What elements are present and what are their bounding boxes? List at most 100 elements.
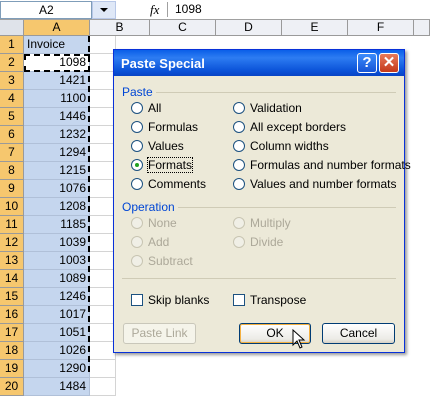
table-cell[interactable]: 1246 xyxy=(24,288,90,306)
radio-formats-button[interactable] xyxy=(131,159,143,171)
table-cell[interactable]: 1208 xyxy=(24,198,90,216)
row-header[interactable]: 7 xyxy=(0,144,24,162)
radio-formulas-label: Formulas xyxy=(148,120,199,134)
table-cell[interactable]: 1076 xyxy=(24,180,90,198)
table-cell[interactable]: 1026 xyxy=(24,342,90,360)
radio-values-number-formats-button[interactable] xyxy=(233,178,245,190)
row-header[interactable]: 9 xyxy=(0,180,24,198)
mouse-pointer-icon xyxy=(292,329,306,349)
column-header-g[interactable] xyxy=(414,20,430,36)
table-cell[interactable]: 1484 xyxy=(24,378,90,396)
row-header[interactable]: 18 xyxy=(0,342,24,360)
radio-op-add-button[interactable] xyxy=(131,236,143,248)
row-header[interactable]: 2 xyxy=(0,54,24,72)
radio-all-label: All xyxy=(148,101,162,115)
radio-all-except-borders-label: All except borders xyxy=(250,120,347,134)
dialog-titlebar[interactable]: Paste Special ? ✕ xyxy=(114,50,404,76)
table-cell[interactable]: 1185 xyxy=(24,216,90,234)
cancel-button[interactable]: Cancel xyxy=(322,323,395,344)
row-header[interactable]: 12 xyxy=(0,234,24,252)
column-header-f[interactable]: F xyxy=(348,20,414,36)
row-header[interactable]: 10 xyxy=(0,198,24,216)
radio-op-subtract-button[interactable] xyxy=(131,255,143,267)
table-cell[interactable]: 1446 xyxy=(24,108,90,126)
skip-blanks-label: Skip blanks xyxy=(148,293,210,307)
radio-op-divide-label: Divide xyxy=(250,235,284,249)
insert-function-icon[interactable]: fx xyxy=(150,2,159,18)
radio-op-multiply-label: Multiply xyxy=(250,216,291,230)
row-header[interactable]: 1 xyxy=(0,36,24,54)
name-box[interactable]: A2 xyxy=(0,1,92,19)
table-cell[interactable] xyxy=(90,360,116,378)
help-button[interactable]: ? xyxy=(357,53,377,73)
table-cell[interactable]: 1017 xyxy=(24,306,90,324)
radio-comments-label: Comments xyxy=(148,177,207,191)
radio-comments-button[interactable] xyxy=(131,178,143,190)
row-header[interactable]: 15 xyxy=(0,288,24,306)
table-cell[interactable] xyxy=(90,378,116,396)
table-cell[interactable]: 1215 xyxy=(24,162,90,180)
column-header-c[interactable]: C xyxy=(150,20,216,36)
radio-op-divide-button[interactable] xyxy=(233,236,245,248)
paste-special-dialog: Paste Special ? ✕ Paste All Formulas Val… xyxy=(113,49,411,353)
operation-separator xyxy=(178,207,396,208)
radio-values-label: Values xyxy=(148,139,184,153)
row-header[interactable]: 17 xyxy=(0,324,24,342)
table-cell[interactable]: 1039 xyxy=(24,234,90,252)
radio-all-button[interactable] xyxy=(131,102,143,114)
table-cell[interactable]: 1089 xyxy=(24,270,90,288)
formula-bar-divider xyxy=(167,2,168,17)
table-cell[interactable]: 1232 xyxy=(24,126,90,144)
table-cell[interactable]: 1100 xyxy=(24,90,90,108)
radio-validation-label: Validation xyxy=(250,101,302,115)
name-box-value: A2 xyxy=(39,3,54,17)
radio-values-number-formats-label: Values and number formats xyxy=(250,177,397,191)
row-header[interactable]: 16 xyxy=(0,306,24,324)
formula-bar: A2 fx 1098 xyxy=(0,0,430,20)
options-separator xyxy=(122,278,396,279)
transpose-box[interactable] xyxy=(233,294,245,306)
copy-marquee xyxy=(88,36,92,372)
transpose-label: Transpose xyxy=(250,293,307,307)
row-header[interactable]: 20 xyxy=(0,378,24,396)
row-header[interactable]: 4 xyxy=(0,90,24,108)
table-cell[interactable]: 1294 xyxy=(24,144,90,162)
radio-op-multiply-button[interactable] xyxy=(233,217,245,229)
close-icon[interactable]: ✕ xyxy=(379,53,399,73)
row-header[interactable]: 8 xyxy=(0,162,24,180)
paste-separator xyxy=(156,92,396,93)
table-cell[interactable]: 1421 xyxy=(24,72,90,90)
active-cell[interactable]: 1098 xyxy=(24,54,90,72)
skip-blanks-box[interactable] xyxy=(131,294,143,306)
radio-formats-label: Formats xyxy=(146,157,194,173)
table-cell[interactable]: Invoice xyxy=(24,36,90,54)
table-cell[interactable]: 1003 xyxy=(24,252,90,270)
dialog-title: Paste Special xyxy=(121,56,205,71)
paste-group-label: Paste xyxy=(122,85,153,99)
formula-input[interactable]: 1098 xyxy=(175,2,202,16)
row-header[interactable]: 11 xyxy=(0,216,24,234)
radio-all-except-borders-button[interactable] xyxy=(233,121,245,133)
table-cell[interactable]: 1051 xyxy=(24,324,90,342)
column-header-b[interactable]: B xyxy=(90,20,150,36)
radio-column-widths-label: Column widths xyxy=(250,139,329,153)
select-all-corner[interactable] xyxy=(0,20,24,36)
row-header[interactable]: 13 xyxy=(0,252,24,270)
radio-op-none-button[interactable] xyxy=(131,217,143,229)
radio-values-button[interactable] xyxy=(131,140,143,152)
radio-formulas-number-formats-button[interactable] xyxy=(233,159,245,171)
column-header-d[interactable]: D xyxy=(216,20,282,36)
table-cell[interactable]: 1290 xyxy=(24,360,90,378)
column-header-e[interactable]: E xyxy=(282,20,348,36)
name-box-dropdown-icon[interactable] xyxy=(92,1,116,19)
row-header[interactable]: 3 xyxy=(0,72,24,90)
row-header[interactable]: 14 xyxy=(0,270,24,288)
radio-column-widths-button[interactable] xyxy=(233,140,245,152)
radio-validation-button[interactable] xyxy=(233,102,245,114)
radio-formulas-button[interactable] xyxy=(131,121,143,133)
row-header[interactable]: 19 xyxy=(0,360,24,378)
column-header-a[interactable]: A xyxy=(24,20,90,36)
row-header[interactable]: 6 xyxy=(0,126,24,144)
row-header[interactable]: 5 xyxy=(0,108,24,126)
paste-link-button[interactable]: Paste Link xyxy=(123,323,196,344)
